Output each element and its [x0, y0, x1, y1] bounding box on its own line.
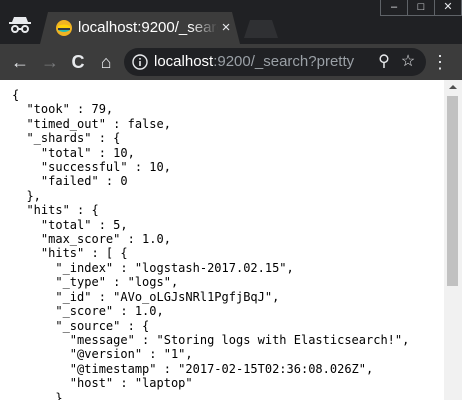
- json-line: "timed_out" : false,: [12, 116, 171, 131]
- back-arrow-icon[interactable]: ←: [10, 52, 30, 72]
- new-tab-button[interactable]: [244, 20, 278, 38]
- url-path: :9200/_search?pretty: [213, 53, 355, 70]
- page-content: { "took" : 79, "timed_out" : false, "_sh…: [0, 80, 444, 400]
- elasticsearch-favicon-icon: [56, 20, 72, 36]
- json-line: },: [12, 188, 41, 203]
- json-line: "_source" : {: [12, 318, 150, 333]
- json-line: "hits" : {: [12, 203, 99, 218]
- maximize-button[interactable]: □: [407, 0, 435, 16]
- url-text[interactable]: localhost:9200/_search?pretty: [154, 53, 354, 71]
- scroll-up-arrow-icon[interactable]: [444, 80, 462, 94]
- json-response: { "took" : 79, "timed_out" : false, "_sh…: [0, 80, 444, 400]
- menu-icon[interactable]: ⋮: [430, 52, 450, 72]
- reload-icon[interactable]: C: [68, 52, 88, 72]
- scrollbar-thumb[interactable]: [447, 96, 458, 286]
- json-line: "@timestamp" : "2017-02-15T02:36:08.026Z…: [12, 361, 374, 376]
- json-line: {: [12, 88, 20, 102]
- json-line: "_shards" : {: [12, 131, 121, 146]
- json-line: "message" : "Storing logs with Elasticse…: [12, 332, 410, 347]
- incognito-icon: [9, 17, 31, 33]
- json-line: "max_score" : 1.0,: [12, 232, 171, 247]
- json-line: "host" : "laptop": [12, 376, 193, 391]
- bookmark-star-icon[interactable]: ☆: [398, 52, 418, 72]
- tab-strip: localhost:9200/_search?pretty × – □ ✕: [0, 0, 462, 44]
- minimize-button[interactable]: –: [380, 0, 408, 16]
- forward-arrow-icon[interactable]: →: [40, 52, 60, 72]
- json-line: "_type" : "logs",: [12, 275, 179, 290]
- json-line: "_id" : "AVo_oLGJsNRl1PgfjBqJ",: [12, 289, 280, 304]
- tab-title: localhost:9200/_search?pretty: [78, 19, 217, 36]
- home-icon[interactable]: ⌂: [96, 52, 116, 72]
- json-line: "total" : 10,: [12, 145, 135, 160]
- window-close-button[interactable]: ✕: [434, 0, 462, 16]
- browser-toolbar: ← → C ⌂ localhost:9200/_search?pretty ⚲ …: [0, 44, 462, 80]
- info-icon[interactable]: [132, 54, 148, 70]
- json-line: "_score" : 1.0,: [12, 304, 164, 319]
- tab-close-icon[interactable]: ×: [218, 19, 234, 37]
- json-line: "successful" : 10,: [12, 160, 171, 175]
- json-line: }: [12, 390, 63, 400]
- json-line: "hits" : [ {: [12, 246, 128, 261]
- json-line: "_index" : "logstash-2017.02.15",: [12, 260, 294, 275]
- json-line: "failed" : 0: [12, 174, 128, 189]
- json-line: "took" : 79,: [12, 102, 114, 117]
- json-line: "@version" : "1",: [12, 347, 193, 362]
- url-host: localhost: [154, 53, 214, 70]
- active-tab[interactable]: localhost:9200/_search?pretty ×: [40, 12, 240, 44]
- zoom-icon[interactable]: ⚲: [374, 52, 394, 72]
- vertical-scrollbar[interactable]: [444, 80, 462, 400]
- json-line: "total" : 5,: [12, 217, 128, 232]
- address-bar[interactable]: localhost:9200/_search?pretty ⚲ ☆: [124, 48, 426, 76]
